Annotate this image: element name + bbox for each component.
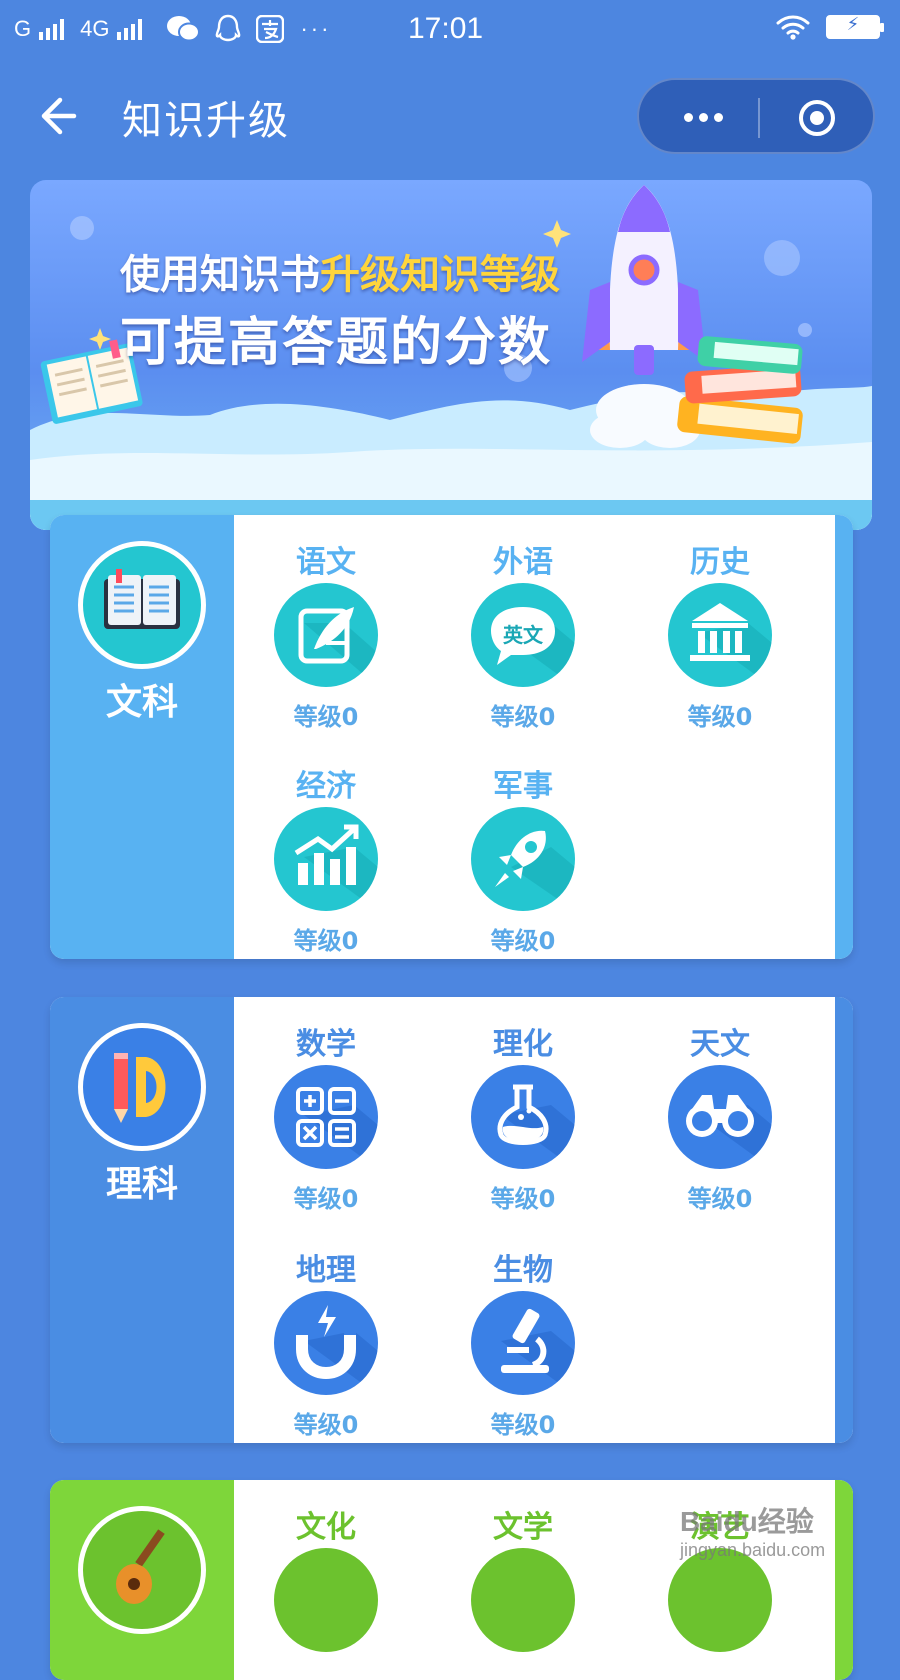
growth-chart-icon [274, 807, 378, 911]
subject-culture[interactable]: 文化 [236, 1502, 416, 1680]
magnet-icon [274, 1291, 378, 1395]
status-bar: G 4G ··· 17:01 ⚡ [0, 0, 900, 60]
status-left: G 4G ··· [14, 14, 331, 44]
subject-economics[interactable]: 经济 等级0 [236, 761, 416, 959]
wifi-icon [776, 15, 810, 40]
speech-bubble-text: 英文 [503, 623, 543, 647]
miniprogram-capsule [637, 78, 875, 154]
promo-banner: 使用知识书升级知识等级 可提高答题的分数 [30, 180, 872, 530]
subject-level: 等级0 [490, 1411, 556, 1439]
section-humanities: 文科 语文 等级0 外语 英文 等级0 历史 等级0 经济 等级0 军事 等级0 [50, 515, 853, 959]
science-category-label: 理科 [105, 1164, 178, 1205]
subject-level: 等级0 [490, 703, 556, 731]
subject-level: 等级0 [293, 1185, 359, 1213]
section-science: 理科 数学 等级0 理化 等级0 天文 等级0 地理 等级0 生物 等级0 [50, 997, 853, 1443]
subject-level: 等级0 [687, 1185, 753, 1213]
subject-level: 等级0 [293, 703, 359, 731]
speech-bubble-icon: 英文 [471, 583, 575, 687]
qq-icon [216, 14, 241, 42]
banner-headline-prefix: 使用知识书 [120, 252, 320, 298]
network-label: 4G [80, 16, 110, 41]
guitar-icon [116, 1529, 165, 1604]
alipay-icon [256, 15, 285, 43]
subject-name: 历史 [690, 545, 750, 580]
watermark-url: jingyan.baidu.com [680, 1540, 826, 1560]
subject-biology[interactable]: 生物 等级0 [433, 1245, 613, 1443]
more-menu-button[interactable] [677, 104, 729, 130]
science-card-edge [835, 997, 853, 1443]
subject-astronomy[interactable]: 天文 等级0 [630, 1019, 810, 1239]
subject-physics-chemistry[interactable]: 理化 等级0 [433, 1019, 613, 1239]
subject-level: 等级0 [490, 927, 556, 955]
subject-math[interactable]: 数学 等级0 [236, 1019, 416, 1239]
culture-icon [274, 1548, 378, 1652]
more-notifications-icon: ··· [300, 16, 332, 41]
microscope-icon [471, 1291, 575, 1395]
humanities-category-label: 文科 [105, 682, 178, 723]
wechat-icon [167, 16, 201, 42]
battery-icon: ⚡ [826, 14, 884, 39]
science-badge [78, 1023, 206, 1151]
subject-name: 文学 [493, 1510, 553, 1545]
carrier-label: G [14, 16, 32, 41]
museum-icon [668, 583, 772, 687]
subject-name: 外语 [493, 545, 553, 580]
humanities-card-edge [835, 515, 853, 959]
subject-name: 军事 [493, 769, 553, 804]
subject-name: 经济 [296, 769, 356, 804]
subject-level: 等级0 [293, 927, 359, 955]
subject-chinese[interactable]: 语文 等级0 [236, 537, 416, 757]
quill-paper-icon [274, 583, 378, 687]
close-target-icon[interactable] [797, 98, 837, 138]
watermark-brand: Baidu经验 [680, 1506, 814, 1537]
subject-level: 等级0 [490, 1185, 556, 1213]
subject-name: 数学 [296, 1027, 356, 1062]
subject-geography[interactable]: 地理 等级0 [236, 1245, 416, 1443]
back-arrow-icon[interactable] [36, 92, 84, 140]
subject-name: 天文 [690, 1027, 750, 1062]
watermark: Baidu经验 jingyan.baidu.com [680, 1500, 880, 1580]
banner-headline-highlight: 升级知识等级 [320, 252, 560, 298]
subject-foreign-language[interactable]: 外语 英文 等级0 [433, 537, 613, 757]
subject-name: 文化 [296, 1510, 356, 1545]
signal-icon-2 [117, 18, 143, 40]
subject-military[interactable]: 军事 等级0 [433, 761, 613, 959]
subject-level: 等级0 [293, 1411, 359, 1439]
subject-name: 生物 [493, 1253, 553, 1288]
subject-history[interactable]: 历史 等级0 [630, 537, 810, 757]
subject-name: 语文 [296, 545, 356, 580]
calculator-icon [274, 1065, 378, 1169]
banner-subheadline: 可提高答题的分数 [120, 313, 553, 373]
humanities-badge [78, 541, 206, 669]
banner-headline: 使用知识书升级知识等级 [120, 242, 560, 300]
status-time: 17:01 [408, 12, 484, 45]
subject-level: 等级0 [687, 703, 753, 731]
arts-badge [78, 1506, 206, 1634]
signal-icon [39, 18, 65, 40]
page-title: 知识升级 [122, 98, 290, 144]
nav-bar: 知识升级 [0, 70, 900, 160]
rocket-icon [471, 807, 575, 911]
pencil-protractor-icon [114, 1053, 166, 1123]
status-right: ⚡ [776, 14, 884, 40]
subject-name: 地理 [296, 1253, 356, 1288]
subject-literature[interactable]: 文学 [433, 1502, 613, 1680]
literature-icon [471, 1548, 575, 1652]
subject-name: 理化 [493, 1027, 553, 1062]
open-book-icon [104, 569, 180, 629]
capsule-divider [758, 98, 760, 138]
flask-icon [471, 1065, 575, 1169]
binoculars-icon [668, 1065, 772, 1169]
